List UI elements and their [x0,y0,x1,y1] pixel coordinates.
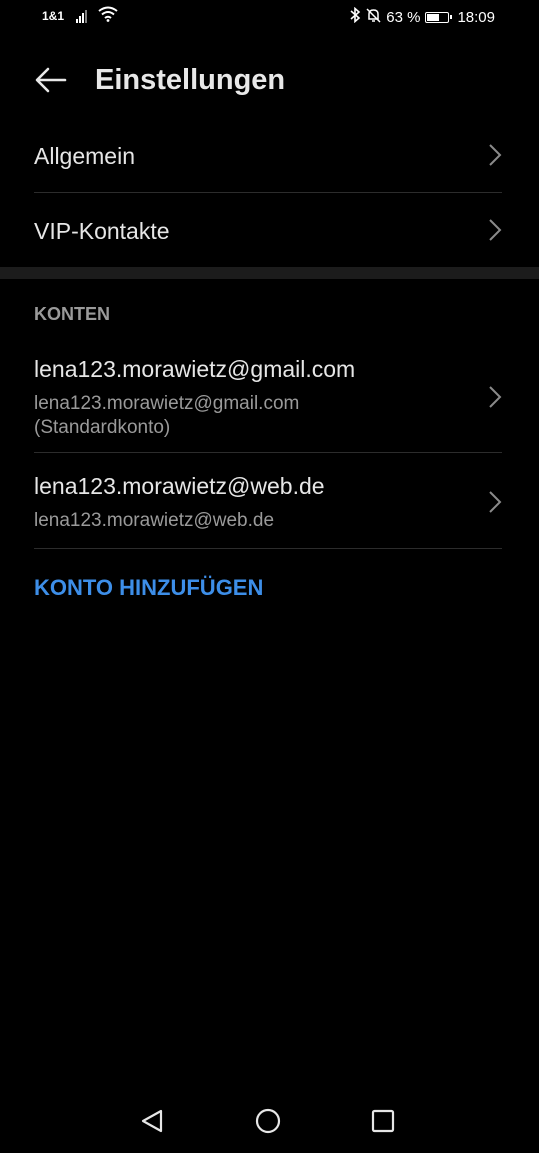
divider [34,548,502,549]
carrier-label: 1&1 [42,9,65,23]
settings-item-vip-contacts[interactable]: VIP-Kontakte [34,193,502,263]
default-account-label: (Standardkonto) [34,417,171,438]
recents-square-icon[interactable] [367,1105,399,1137]
wifi-icon [98,6,118,26]
battery-icon [425,11,453,23]
account-item-webde[interactable]: lena123.morawietz@web.de lena123.morawie… [34,453,502,548]
settings-item-label: Allgemein [34,143,135,169]
chevron-right-icon [488,143,502,167]
home-circle-icon[interactable] [252,1105,284,1137]
account-email: lena123.morawietz@gmail.com [34,356,356,382]
chevron-right-icon [488,490,502,514]
section-separator [0,267,539,279]
account-subtitle: lena123.morawietz@web.de [34,510,275,531]
signal-icon [76,9,87,23]
account-email: lena123.morawietz@web.de [34,473,325,499]
back-arrow-icon[interactable] [34,66,68,94]
chevron-right-icon [488,385,502,409]
settings-item-general[interactable]: Allgemein [34,130,502,192]
system-nav-bar [0,1090,539,1150]
app-bar: Einstellungen [0,54,539,106]
page-title: Einstellungen [95,64,286,96]
section-header-accounts: KONTEN [34,304,110,324]
clock: 18:09 [457,8,495,26]
battery-percent: 63 % [386,8,421,26]
settings-item-label: VIP-Kontakte [34,218,170,244]
account-item-gmail[interactable]: lena123.morawietz@gmail.com lena123.mora… [34,352,502,452]
back-triangle-icon[interactable] [137,1105,169,1137]
status-bar: 1&1 63 % 18:09 [0,0,539,34]
add-account-button[interactable]: KONTO HINZUFÜGEN [34,575,263,601]
bluetooth-icon [349,6,361,27]
mute-icon [366,7,381,27]
account-subtitle: lena123.morawietz@gmail.com [34,393,300,414]
chevron-right-icon [488,218,502,242]
